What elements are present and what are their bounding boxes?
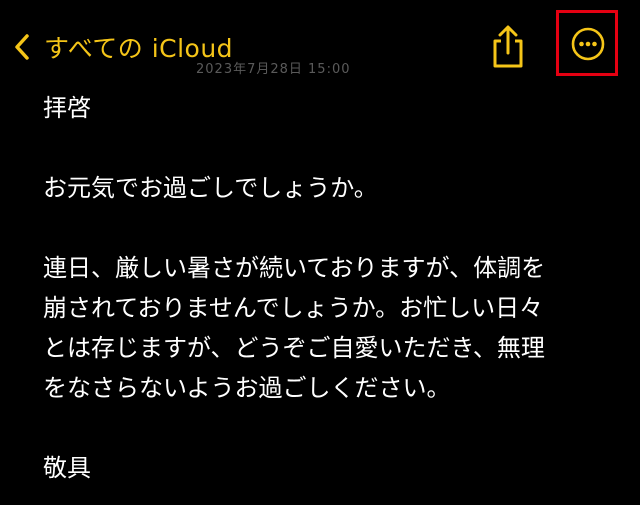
share-icon	[489, 25, 527, 74]
note-paragraph-line: 連日、厳しい暑さが続いておりますが、体調を	[43, 254, 546, 282]
share-button[interactable]	[489, 24, 527, 70]
navigation-bar: すべての iCloud 2023年7月28日 15:00	[0, 0, 640, 92]
note-salutation: 拝啓	[43, 94, 91, 122]
note-paragraph-line: とは存じますが、どうぞご自愛いただき、無理	[43, 334, 545, 362]
ellipsis-circle-icon	[571, 27, 605, 65]
note-closing: 敬具	[43, 454, 91, 482]
more-options-button[interactable]	[571, 27, 605, 61]
chevron-left-icon	[14, 33, 30, 61]
note-paragraph-line: をなさらないようお過ごしください。	[43, 374, 451, 402]
note-greeting: お元気でお過ごしでしょうか。	[43, 174, 378, 202]
note-paragraph-line: 崩されておりませんでしょうか。お忙しい日々	[43, 294, 544, 322]
note-body[interactable]: 拝啓 お元気でお過ごしでしょうか。 連日、厳しい暑さが続いておりますが、体調を …	[43, 88, 603, 488]
note-date: 2023年7月28日 15:00	[196, 62, 351, 77]
